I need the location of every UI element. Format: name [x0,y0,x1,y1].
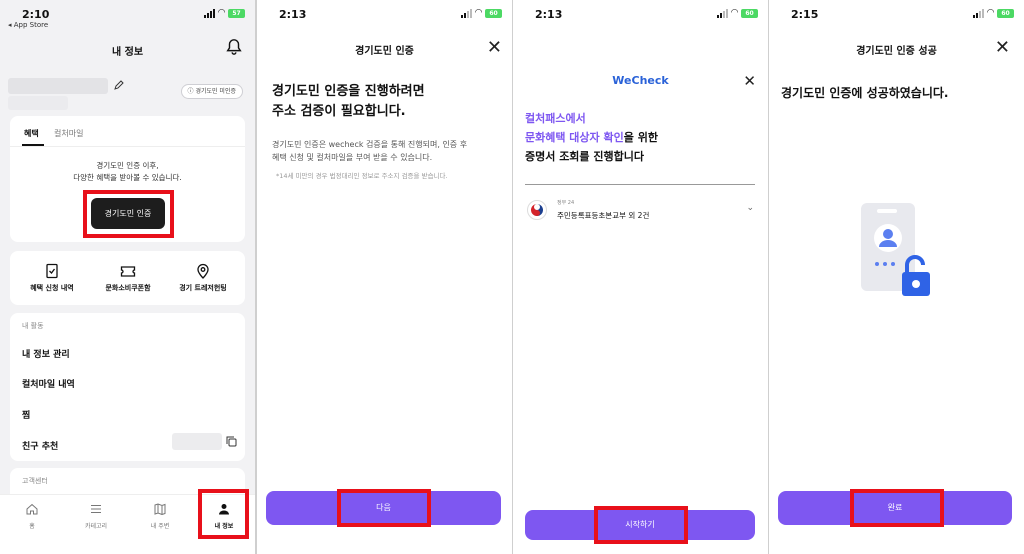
menu-refer-friend[interactable]: 친구 추천 [22,439,58,452]
benefit-info-line2: 다양한 혜택을 받아볼 수 있습니다. [73,173,182,182]
referral-code-blurred [172,433,222,450]
my-activity-label: 내 활동 [22,322,44,330]
battery-icon: 60 [741,9,758,18]
highlight-next-button [337,489,431,527]
menu-lines-icon [91,505,101,513]
status-bar: 2:10 ◂ App Store ◠ 57 [0,0,255,30]
profile-name-blurred [8,78,108,94]
wecheck-logo: WeCheck [612,74,669,87]
location-pin-icon [197,263,209,279]
intro-line1-text: 컬처패스에서 [525,112,586,125]
close-icon[interactable]: ✕ [995,39,1010,57]
status-time: 2:15 [791,8,819,21]
battery-icon: 60 [485,9,502,18]
page-title: 경기도민 인증 성공 [856,46,937,57]
description-line1: 경기도민 인증은 wecheck 검증을 통해 진행되며, 인증 후 [272,140,468,149]
menu-culture-mile-history[interactable]: 컬처마일 내역 [22,377,75,390]
status-time: 2:13 [279,8,307,21]
verification-success-screen: 2:15 ◠ 60 경기도민 인증 성공 ✕ 경기도민 인증에 성공하였습니다.… [769,0,1024,554]
status-bar: 2:13 ◠ 60 [513,0,768,30]
resident-unverified-badge: ⓘ 경기도민 미인증 [180,84,243,99]
menu-favorites[interactable]: 찜 [22,408,30,421]
signal-icon [461,9,473,18]
status-time: 2:10 [22,8,50,21]
nav-home[interactable]: 홈 [6,503,58,530]
battery-icon: 60 [997,9,1014,18]
highlight-verify-button [83,190,174,238]
map-icon [154,503,166,515]
close-icon[interactable]: ✕ [487,39,502,57]
my-info-screen: 2:10 ◂ App Store ◠ 57 내 정보 ⓘ 경기도민 미인증 혜택… [0,0,255,554]
heading-line1: 경기도민 인증을 진행하려면 [272,84,425,99]
battery-icon: 57 [228,9,245,18]
close-icon[interactable]: ✕ [743,72,756,90]
resident-verification-screen: 2:13 ◠ 60 경기도민 인증 ✕ 경기도민 인증을 진행하려면 주소 검증… [257,0,512,554]
heading-line2: 주소 검증이 필요합니다. [272,104,406,119]
signal-icon [973,9,985,18]
wecheck-screen: 2:13 ◠ 60 WeCheck ✕ 컬처패스에서 문화혜택 대상자 확인을 … [513,0,768,554]
highlight-start-button [594,506,688,544]
nav-nearby[interactable]: 내 주변 [134,503,186,530]
benefit-info-line1: 경기도민 인증 이후, [96,161,159,170]
home-icon [26,503,38,515]
chevron-down-icon[interactable]: ⌄ [746,203,754,213]
ticket-icon [120,266,136,277]
tab-benefits[interactable]: 혜택 [24,128,39,139]
signal-icon [204,9,216,18]
edit-pencil-icon[interactable] [113,79,125,91]
taegeuk-icon [531,204,543,216]
wifi-icon: ◠ [731,8,738,18]
description-line2: 혜택 신청 및 컬처마일을 부여 받을 수 있습니다. [272,153,433,162]
highlight-done-button [850,489,944,527]
government-emblem-icon [527,200,547,220]
quick-treasure-hunting-label: 경기 트레저헌팅 [179,284,227,292]
success-message: 경기도민 인증에 성공하였습니다. [781,86,949,100]
quick-benefit-history-label: 혜택 신청 내역 [30,284,74,292]
bell-icon[interactable] [225,38,243,56]
page-title: 내 정보 [111,47,144,58]
quick-coupon-box[interactable]: 문화소비쿠폰함 [88,263,168,293]
nav-nearby-label: 내 주변 [150,523,170,530]
status-time: 2:13 [535,8,563,21]
document-check-icon [46,263,58,279]
intro-line1: 컬처패스에서 [525,109,586,128]
quick-treasure-hunting[interactable]: 경기 트레저헌팅 [163,263,243,293]
divider [525,184,755,185]
nav-home-label: 홈 [29,523,35,530]
intro-highlight: 문화혜택 대상자 확인 [525,131,624,144]
doc-source: 정부 24 [557,200,575,206]
signal-icon [717,9,729,18]
back-to-app-store[interactable]: ◂ App Store [8,21,48,29]
badge-label: 경기도민 미인증 [195,88,236,95]
wifi-icon: ◠ [475,8,482,18]
age-note: *14세 미만의 경우 법정대리인 정보로 주소지 검증을 받습니다. [276,172,448,180]
screenshot-collage: 2:10 ◂ App Store ◠ 57 내 정보 ⓘ 경기도민 미인증 혜택… [0,0,1024,554]
intro-line2: 문화혜택 대상자 확인을 위한 [525,128,658,147]
menu-my-info-management[interactable]: 내 정보 관리 [22,347,70,360]
status-bar: 2:15 ◠ 60 [769,0,1024,30]
copy-icon[interactable] [226,436,237,447]
intro-line3: 증명서 조회를 진행합니다 [525,150,644,163]
id-card-lock-icon [861,203,930,296]
quick-coupon-box-label: 문화소비쿠폰함 [105,284,151,292]
status-bar: 2:13 ◠ 60 [257,0,512,30]
active-tab-indicator [22,144,44,146]
customer-center-label: 고객센터 [22,477,48,485]
doc-title: 주민등록표등초본교부 외 2건 [557,211,650,220]
nav-category[interactable]: 카테고리 [70,503,122,530]
quick-benefit-history[interactable]: 혜택 신청 내역 [12,263,92,293]
tab-divider [10,146,245,147]
profile-info-blurred [8,96,68,110]
nav-category-label: 카테고리 [84,523,108,530]
page-title: 경기도민 인증 [355,46,414,57]
tab-culture-mile[interactable]: 컬처마일 [54,128,83,139]
wifi-icon: ◠ [218,8,225,18]
intro-line2-rest: 을 위한 [623,131,658,144]
highlight-my-info-tab [198,489,249,539]
wifi-icon: ◠ [987,8,994,18]
